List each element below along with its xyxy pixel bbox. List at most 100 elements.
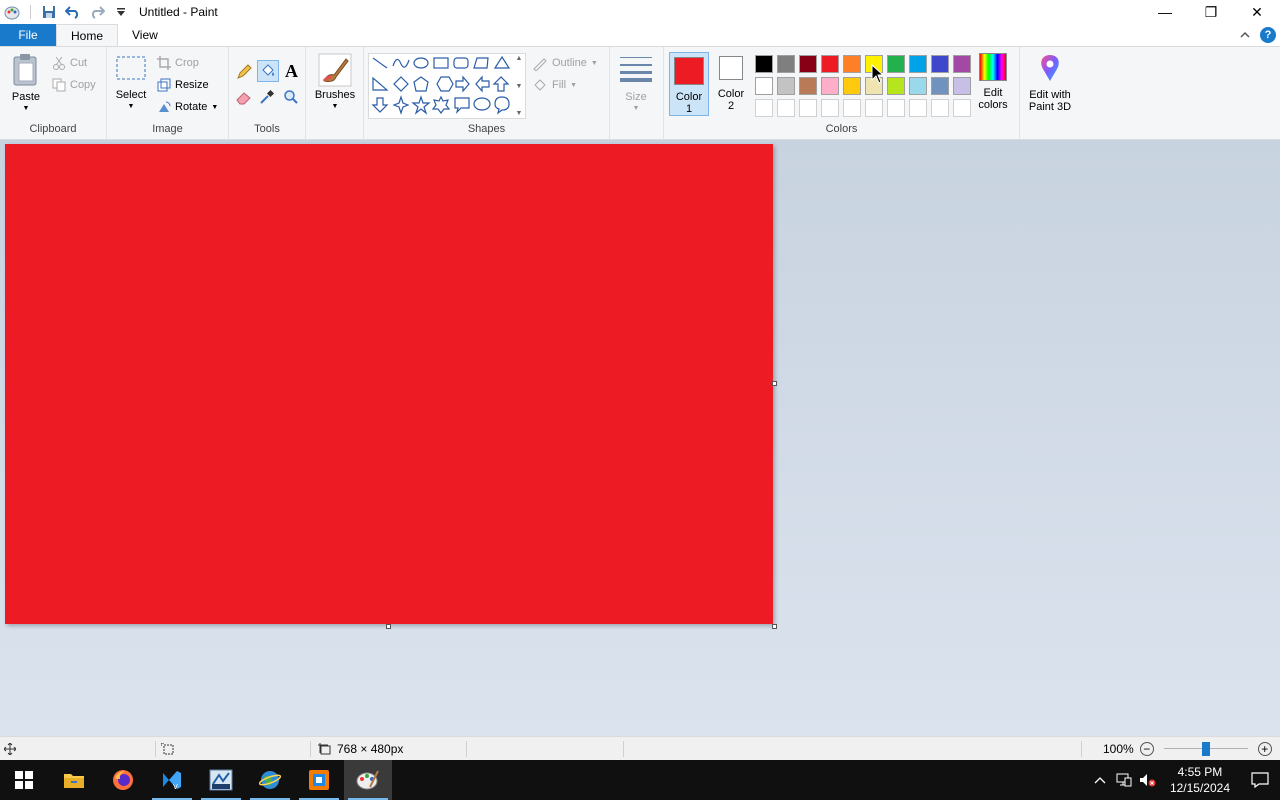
rotate-button[interactable]: Rotate ▼ xyxy=(157,97,218,117)
edit-colors-button[interactable]: Edit colors xyxy=(974,53,1012,111)
minimize-button[interactable]: — xyxy=(1142,0,1188,24)
palette-swatch-3-2[interactable] xyxy=(775,97,797,119)
taskbar-clock[interactable]: 4:55 PM 12/15/2024 xyxy=(1160,764,1240,796)
palette-swatch-3-9[interactable] xyxy=(929,97,951,119)
zoom-in-icon[interactable]: + xyxy=(1257,742,1272,756)
customize-qat-icon[interactable] xyxy=(111,2,131,22)
magnifier-icon[interactable] xyxy=(283,89,299,108)
palette-swatch-3-7[interactable] xyxy=(885,97,907,119)
palette-swatch-2-10[interactable] xyxy=(951,75,973,97)
resize-handle-right[interactable] xyxy=(772,381,777,386)
color-palette xyxy=(753,53,973,119)
network-icon[interactable] xyxy=(1112,773,1136,787)
taskbar-orange-app[interactable] xyxy=(295,760,343,800)
start-button[interactable] xyxy=(0,760,48,800)
palette-swatch-1-1[interactable] xyxy=(753,53,775,75)
palette-swatch-3-1[interactable] xyxy=(753,97,775,119)
palette-swatch-1-8[interactable] xyxy=(907,53,929,75)
tab-home[interactable]: Home xyxy=(56,24,119,46)
palette-swatch-3-10[interactable] xyxy=(951,97,973,119)
brushes-dropdown-arrow[interactable]: ▼ xyxy=(332,101,339,113)
palette-swatch-2-1[interactable] xyxy=(753,75,775,97)
resize-handle-bottom[interactable] xyxy=(386,624,391,629)
copy-button[interactable]: Copy xyxy=(52,75,96,95)
taskbar-paint[interactable] xyxy=(344,760,392,800)
tab-view[interactable]: View xyxy=(118,24,172,46)
paste-button[interactable]: Paste ▼ xyxy=(6,53,46,115)
palette-swatch-3-8[interactable] xyxy=(907,97,929,119)
palette-swatch-3-5[interactable] xyxy=(841,97,863,119)
palette-swatch-1-4[interactable] xyxy=(819,53,841,75)
fill-bucket-icon[interactable] xyxy=(257,60,279,82)
shapes-scroll-up-icon[interactable]: ▲ xyxy=(516,55,523,62)
size-dropdown-arrow[interactable]: ▼ xyxy=(633,103,640,115)
color2-button[interactable]: Color 2 xyxy=(711,56,751,112)
undo-icon[interactable] xyxy=(63,2,83,22)
redo-icon[interactable] xyxy=(87,2,107,22)
palette-swatch-2-9[interactable] xyxy=(929,75,951,97)
restore-button[interactable]: ❐ xyxy=(1188,0,1234,24)
palette-swatch-2-3[interactable] xyxy=(797,75,819,97)
taskbar-firefox[interactable] xyxy=(99,760,147,800)
taskbar-file-explorer[interactable] xyxy=(50,760,98,800)
taskbar-earth-app[interactable] xyxy=(246,760,294,800)
palette-swatch-1-3[interactable] xyxy=(797,53,819,75)
brushes-button[interactable]: Brushes ▼ xyxy=(312,53,358,113)
resize-button[interactable]: Resize xyxy=(157,75,209,95)
color1-button[interactable]: Color 1 xyxy=(669,52,709,116)
zoom-slider-thumb[interactable] xyxy=(1201,742,1210,756)
canvas-workspace[interactable] xyxy=(0,140,1280,736)
text-tool-icon[interactable]: A xyxy=(285,61,298,82)
palette-swatch-2-7[interactable] xyxy=(885,75,907,97)
save-icon[interactable] xyxy=(39,2,59,22)
resize-handle-corner[interactable] xyxy=(772,624,777,629)
shapes-scroll[interactable]: ▲ ▼ ▼ xyxy=(514,55,524,117)
palette-swatch-1-9[interactable] xyxy=(929,53,951,75)
palette-swatch-1-2[interactable] xyxy=(775,53,797,75)
palette-swatch-3-4[interactable] xyxy=(819,97,841,119)
size-button[interactable]: Size ▼ xyxy=(618,55,654,115)
close-button[interactable]: ✕ xyxy=(1234,0,1280,24)
pencil-icon[interactable] xyxy=(235,63,253,84)
palette-swatch-1-7[interactable] xyxy=(885,53,907,75)
paint-app-icon[interactable] xyxy=(2,2,22,22)
volume-muted-icon[interactable] xyxy=(1136,773,1160,787)
fill-dropdown-arrow[interactable]: ▼ xyxy=(570,82,577,89)
show-hidden-icons-icon[interactable] xyxy=(1088,776,1112,784)
shapes-expand-icon[interactable]: ▼ xyxy=(516,110,523,117)
cut-button[interactable]: Cut xyxy=(52,53,87,73)
shapes-scroll-down-icon[interactable]: ▼ xyxy=(516,83,523,90)
drawing-canvas[interactable] xyxy=(5,144,773,624)
outline-dropdown-arrow[interactable]: ▼ xyxy=(591,60,598,67)
left-arrow-shape-icon xyxy=(475,75,490,93)
zoom-slider[interactable] xyxy=(1163,742,1248,756)
tab-file[interactable]: File xyxy=(0,24,56,46)
select-dropdown-arrow[interactable]: ▼ xyxy=(128,101,135,113)
crop-button[interactable]: Crop xyxy=(157,53,199,73)
palette-swatch-3-6[interactable] xyxy=(863,97,885,119)
paint3d-line1: Edit with xyxy=(1029,89,1071,101)
taskbar-app-2000[interactable] xyxy=(197,760,245,800)
eraser-icon[interactable] xyxy=(235,89,253,108)
taskbar-visual-studio[interactable]: V xyxy=(148,760,196,800)
palette-swatch-1-10[interactable] xyxy=(951,53,973,75)
help-icon[interactable]: ? xyxy=(1260,27,1276,43)
color-picker-icon[interactable] xyxy=(259,89,275,108)
palette-swatch-2-8[interactable] xyxy=(907,75,929,97)
palette-swatch-1-5[interactable] xyxy=(841,53,863,75)
edit-with-paint3d-button[interactable]: Edit with Paint 3D xyxy=(1024,53,1076,113)
palette-swatch-2-4[interactable] xyxy=(819,75,841,97)
visual-studio-icon: V xyxy=(163,771,181,791)
palette-swatch-2-2[interactable] xyxy=(775,75,797,97)
outline-button[interactable]: Outline ▼ xyxy=(532,53,598,73)
qat-separator xyxy=(30,5,31,19)
select-button[interactable]: Select ▼ xyxy=(113,55,149,113)
action-center-icon[interactable] xyxy=(1240,772,1280,788)
paste-dropdown-arrow[interactable]: ▼ xyxy=(23,103,30,115)
palette-swatch-2-5[interactable] xyxy=(841,75,863,97)
palette-swatch-3-3[interactable] xyxy=(797,97,819,119)
zoom-out-icon[interactable]: − xyxy=(1139,742,1154,756)
rotate-dropdown-arrow[interactable]: ▼ xyxy=(211,104,218,111)
collapse-ribbon-icon[interactable] xyxy=(1240,31,1250,39)
fill-button[interactable]: Fill ▼ xyxy=(532,75,577,95)
